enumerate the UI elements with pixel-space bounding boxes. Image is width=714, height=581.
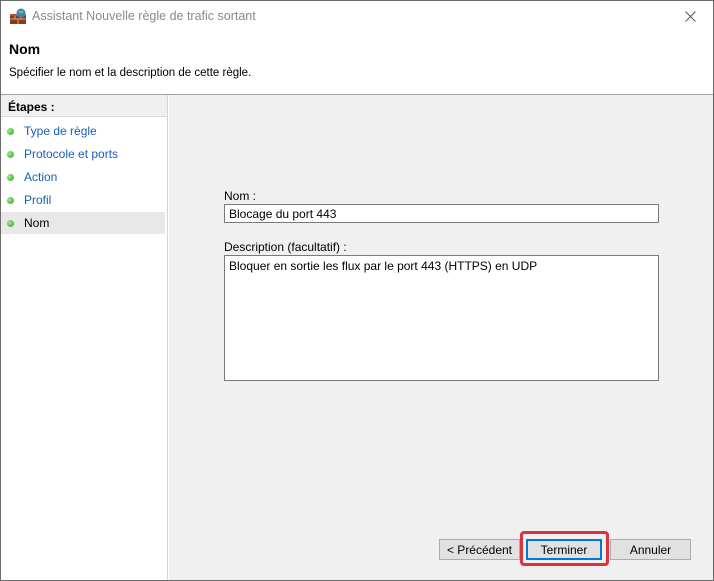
window-title: Assistant Nouvelle règle de trafic sorta…: [32, 9, 256, 23]
wizard-header: Nom Spécifier le nom et la description d…: [1, 32, 713, 94]
previous-button[interactable]: < Précédent: [439, 539, 520, 560]
step-complete-icon: [7, 174, 14, 181]
page-title: Nom: [9, 41, 41, 57]
step-nom: Nom: [1, 212, 165, 234]
step-label: Protocole et ports: [24, 147, 119, 161]
close-icon: [684, 11, 696, 22]
step-label: Profil: [24, 193, 52, 207]
name-field-label: Nom :: [224, 189, 257, 203]
step-type-de-regle[interactable]: Type de règle: [1, 120, 165, 142]
step-complete-icon: [7, 151, 14, 158]
close-button[interactable]: [667, 1, 713, 32]
step-current-icon: [7, 220, 14, 227]
step-complete-icon: [7, 197, 14, 204]
step-profil[interactable]: Profil: [1, 189, 165, 211]
page-description: Spécifier le nom et la description de ce…: [9, 67, 252, 79]
steps-title: Étapes :: [1, 95, 167, 117]
content-panel: Nom : Description (facultatif) : Bloquer…: [169, 95, 713, 580]
firewall-app-icon: [9, 8, 27, 25]
finish-button-highlight: [520, 531, 609, 566]
step-complete-icon: [7, 128, 14, 135]
steps-panel: Étapes : Type de règle Protocole et port…: [1, 95, 168, 580]
description-input[interactable]: Bloquer en sortie les flux par le port 4…: [224, 255, 659, 381]
title-bar[interactable]: Assistant Nouvelle règle de trafic sorta…: [1, 1, 713, 32]
cancel-button[interactable]: Annuler: [610, 539, 691, 560]
step-action[interactable]: Action: [1, 166, 165, 188]
step-protocole-et-ports[interactable]: Protocole et ports: [1, 143, 165, 165]
step-label: Nom: [24, 216, 50, 230]
wizard-window: Assistant Nouvelle règle de trafic sorta…: [0, 0, 714, 581]
step-label: Action: [24, 170, 58, 184]
name-input[interactable]: [224, 204, 659, 223]
description-field-label: Description (facultatif) :: [224, 240, 347, 254]
step-label: Type de règle: [24, 124, 97, 138]
